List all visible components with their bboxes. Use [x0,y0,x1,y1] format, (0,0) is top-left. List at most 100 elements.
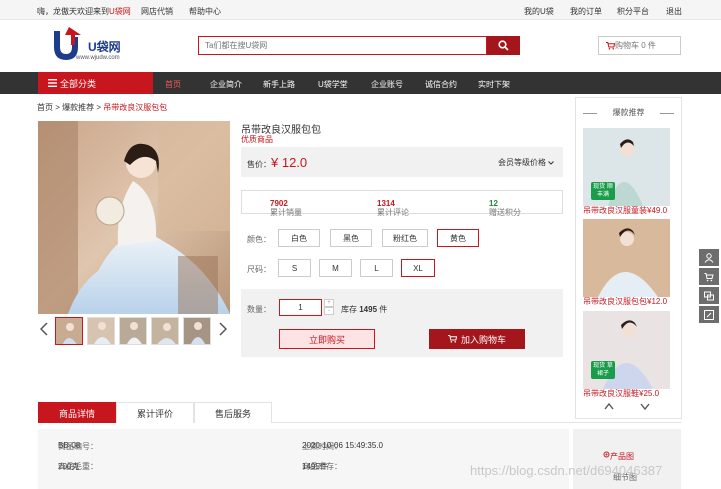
price-bar: 售价： ¥ 12.0 会员等级价格 [241,147,563,177]
link-my-orders[interactable]: 我的订单 [570,6,602,17]
breadcrumb-home[interactable]: 首页 [37,103,53,112]
quantity-label: 数量： [247,305,271,314]
eye-icon [603,451,610,458]
tab-after-sales[interactable]: 售后服务 [194,402,272,423]
float-user-button[interactable] [699,249,719,266]
cart-icon [447,335,457,343]
quantity-stepper: + - [324,299,334,316]
price-label: 售价： [247,160,271,169]
thumbnail[interactable] [151,317,179,345]
breadcrumb: 首页 > 爆款推荐 > 吊带改良汉服包包 [37,103,168,112]
quantity-increase-button[interactable]: + [324,299,334,307]
side-product-caption: 吊带改良汉服童装¥49.0 [583,206,670,216]
side-product-caption: 吊带改良汉服包包¥12.0 [583,297,670,307]
nav-udai-school[interactable]: U袋学堂 [318,79,348,90]
product-image-link[interactable]: 产品图 [603,451,634,461]
user-icon [704,252,714,263]
search-icon [498,40,509,51]
product-details: 商品编号： BB-08 上架时间： 2020-10-06 15:49:35.0 商品… [38,429,569,489]
link-points[interactable]: 积分平台 [617,6,649,17]
link-logout[interactable]: 退出 [666,6,682,17]
watermark: https://blog.csdn.net/d694046387 [470,463,663,478]
size-option-l[interactable]: L [360,259,393,277]
chevron-up-icon[interactable] [604,403,614,410]
stock-info: 库存 1495 件 [341,305,388,314]
cart-icon [606,42,615,50]
logo-url: www.wjudw.com [76,55,120,61]
detail-time: 上架时间： 2020-10-06 15:49:35.0 [302,441,383,451]
color-option-pink[interactable]: 粉红色 [382,229,428,247]
thumbnail[interactable] [183,317,211,345]
edit-icon [704,309,714,320]
product-tag: 优质商品 [241,135,273,144]
thumbnail-strip [38,316,230,346]
product-stats: 累计销量 7902 累计评论 1314 赠送积分 12 [241,190,563,217]
breadcrumb-current: 吊带改良汉服包包 [103,103,168,112]
stat-points: 赠送积分 12 [489,199,521,217]
quantity-decrease-button[interactable]: - [324,307,334,315]
nav-home[interactable]: 首页 [165,79,181,90]
nav-beginner-guide[interactable]: 新手上路 [263,79,295,90]
side-badge: 现货 草裙子 [591,361,615,379]
search-input[interactable] [199,37,486,54]
member-price-dropdown[interactable]: 会员等级价格 [498,157,555,168]
color-label: 颜色： [247,235,271,244]
color-option-white[interactable]: 白色 [278,229,320,247]
menu-icon [48,79,57,87]
detail-stock: 商品库存： 1495件 [302,462,342,471]
cart-icon [704,272,714,281]
link-help-center[interactable]: 帮助中心 [189,6,221,17]
nav-enterprise-account[interactable]: 企业账号 [371,79,403,90]
color-option-yellow[interactable]: 黄色 [437,229,479,247]
thumbnail[interactable] [119,317,147,345]
float-edit-button[interactable] [699,306,719,323]
size-option-xl[interactable]: XL [401,259,435,277]
cart-label: 购物车 0 件 [615,41,656,50]
stat-sales: 累计销量 7902 [270,199,302,217]
cart-button[interactable]: 购物车 0 件 [598,36,681,55]
side-product-card[interactable]: 现货 草裙子 吊带改良汉服鞋¥25.0 [583,311,670,399]
thumbnail[interactable] [55,317,83,345]
search-box [198,36,487,55]
breadcrumb-hot[interactable]: 爆款推荐 [62,103,94,112]
add-to-cart-button[interactable]: 加入购物车 [429,329,525,349]
chevron-down-icon[interactable] [640,403,650,410]
quantity-input[interactable]: 1 [279,299,322,316]
float-cart-button[interactable] [699,268,719,285]
detail-weight: 商品毛重： 200克 [58,462,98,471]
product-image-nav: 产品图 细节图 [573,429,681,489]
nav-live-delist[interactable]: 实时下架 [478,79,510,90]
tab-product-details[interactable]: 商品详情 [38,402,116,423]
link-my-udai[interactable]: 我的U袋 [524,6,554,17]
chevron-down-icon [548,161,555,165]
tab-reviews[interactable]: 累计评价 [116,402,194,423]
side-product-card[interactable]: 现货 顺丰满 吊带改良汉服童装¥49.0 [583,128,670,216]
size-label: 尺码： [247,265,271,274]
size-option-s[interactable]: S [278,259,311,277]
chevron-left-icon[interactable] [40,322,48,336]
search-button[interactable] [487,36,520,55]
color-option-black[interactable]: 黑色 [330,229,372,247]
float-messages-button[interactable] [699,287,719,304]
chevron-right-icon[interactable] [219,322,227,336]
link-store-agent[interactable]: 网店代销 [141,6,173,17]
price-value: ¥ 12.0 [271,155,308,170]
welcome-text: 嗨，龙傲天欢迎来到U袋网 [37,7,131,16]
stat-reviews: 累计评论 1314 [377,199,409,217]
all-categories-button[interactable]: 全部分类 [38,72,153,94]
side-product-card[interactable]: 吊带改良汉服包包¥12.0 [583,219,670,307]
logo-name: U袋网 [88,40,121,54]
buy-now-button[interactable]: 立即购买 [279,329,375,349]
detail-code: 商品编号： BB-08 [58,441,98,451]
side-badge: 现货 顺丰满 [591,182,615,200]
side-product-caption: 吊带改良汉服鞋¥25.0 [583,389,670,399]
thumbnail[interactable] [87,317,115,345]
size-option-m[interactable]: M [319,259,352,277]
welcome-brand-link[interactable]: U袋网 [109,7,131,16]
hot-recommend-title: 爆款推荐 [581,107,676,119]
nav-company-intro[interactable]: 企业简介 [210,79,242,90]
top-bar: 嗨，龙傲天欢迎来到U袋网 网店代销 帮助中心 我的U袋 我的订单 积分平台 退出 [0,0,721,20]
nav-integrity-contract[interactable]: 诚信合约 [425,79,457,90]
chat-icon [704,291,714,300]
product-main-image[interactable] [38,121,230,314]
